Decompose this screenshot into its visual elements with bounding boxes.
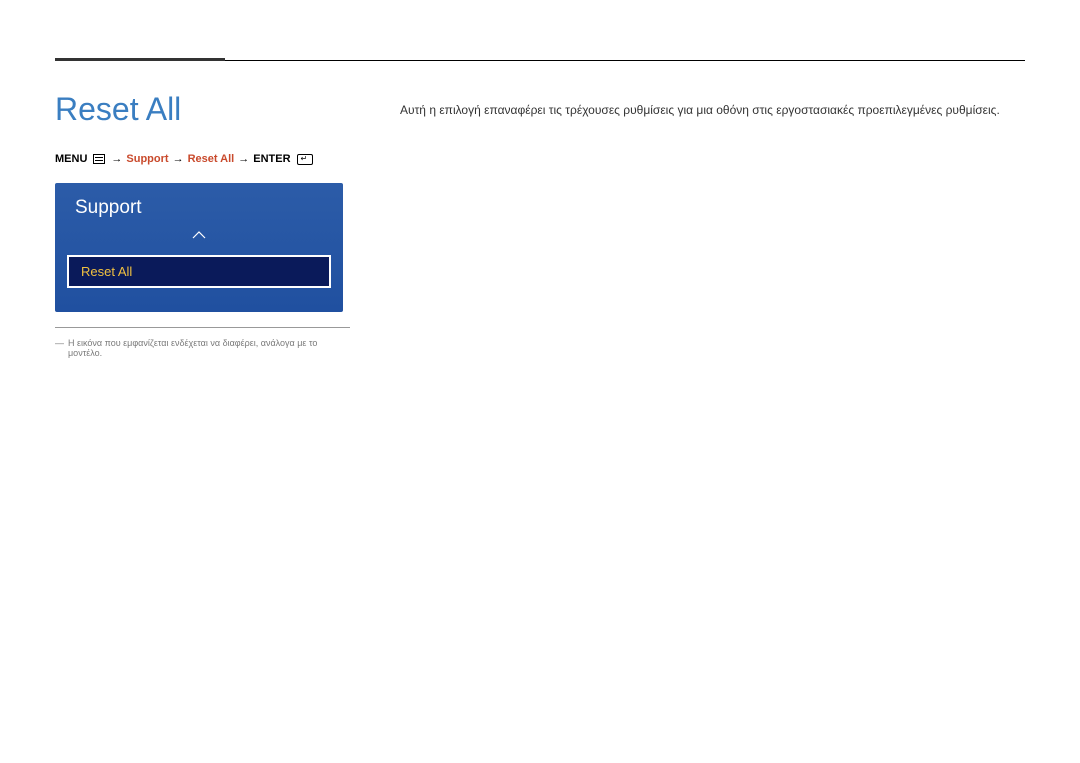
left-column: Reset All MENU → Support → Reset All → E… bbox=[55, 91, 350, 358]
breadcrumb-arrow: → bbox=[238, 153, 249, 165]
content-wrapper: Reset All MENU → Support → Reset All → E… bbox=[55, 91, 1025, 358]
breadcrumb-arrow: → bbox=[111, 153, 122, 165]
footnote: ― Η εικόνα που εμφανίζεται ενδέχεται να … bbox=[55, 338, 350, 358]
chevron-up-icon[interactable] bbox=[55, 225, 343, 255]
breadcrumb: MENU → Support → Reset All → ENTER bbox=[55, 153, 350, 165]
footnote-divider bbox=[55, 327, 350, 328]
breadcrumb-menu: MENU bbox=[55, 153, 87, 165]
menu-panel-title: Support bbox=[55, 183, 343, 225]
breadcrumb-resetall: Reset All bbox=[188, 153, 235, 165]
menu-item-reset-all[interactable]: Reset All bbox=[67, 255, 331, 288]
breadcrumb-enter: ENTER bbox=[253, 153, 290, 165]
section-divider bbox=[55, 60, 1025, 61]
footnote-text: Η εικόνα που εμφανίζεται ενδέχεται να δι… bbox=[68, 338, 350, 358]
breadcrumb-arrow: → bbox=[173, 153, 184, 165]
description-text: Αυτή η επιλογή επαναφέρει τις τρέχουσες … bbox=[400, 101, 1025, 120]
support-menu-panel: Support Reset All bbox=[55, 183, 343, 312]
page-title: Reset All bbox=[55, 91, 350, 128]
menu-icon bbox=[93, 154, 105, 164]
breadcrumb-support: Support bbox=[126, 153, 168, 165]
right-column: Αυτή η επιλογή επαναφέρει τις τρέχουσες … bbox=[400, 91, 1025, 358]
enter-icon bbox=[297, 154, 313, 165]
footnote-dash: ― bbox=[55, 338, 64, 358]
